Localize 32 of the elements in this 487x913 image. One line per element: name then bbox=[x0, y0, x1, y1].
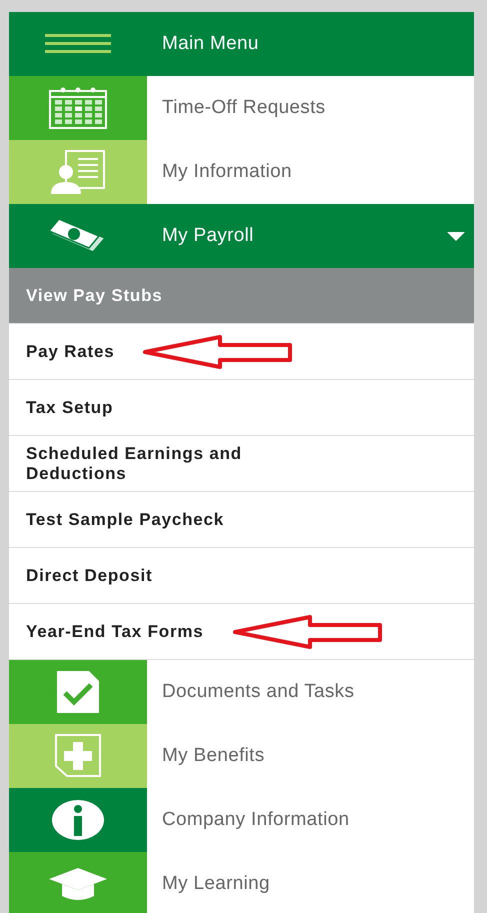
document-plus-icon bbox=[55, 734, 101, 778]
menu-item[interactable]: Time-Off Requests bbox=[9, 76, 474, 140]
submenu-label: Tax Setup bbox=[26, 398, 114, 418]
menu-item-label: Documents and Tasks bbox=[161, 681, 356, 703]
menu-item[interactable]: Documents and Tasks bbox=[9, 660, 474, 724]
menu-item-label: My Payroll bbox=[161, 225, 255, 247]
money-stack-icon bbox=[49, 218, 107, 254]
menu-item-label: My Information bbox=[161, 161, 293, 183]
submenu-label: Direct Deposit bbox=[26, 566, 152, 586]
menu-item-label: My Benefits bbox=[161, 745, 266, 767]
menu-item-label: Time-Off Requests bbox=[161, 97, 326, 119]
graduation-cap-icon bbox=[49, 868, 107, 900]
calendar-icon bbox=[49, 87, 107, 129]
info-icon bbox=[52, 800, 104, 840]
submenu-item[interactable]: View Pay Stubs bbox=[9, 268, 474, 324]
menu-item[interactable]: My Information bbox=[9, 140, 474, 204]
submenu-label: Scheduled Earnings and Deductions bbox=[26, 444, 243, 484]
menu-item[interactable]: Main Menu bbox=[9, 12, 474, 76]
menu-item[interactable]: My Benefits bbox=[9, 724, 474, 788]
menu-icon bbox=[45, 34, 111, 54]
submenu-label: Test Sample Paycheck bbox=[26, 510, 224, 530]
submenu-label: View Pay Stubs bbox=[26, 286, 163, 306]
menu-item-label: Main Menu bbox=[161, 33, 260, 55]
submenu-label: Pay Rates bbox=[26, 342, 114, 362]
menu-item[interactable]: My Learning bbox=[9, 852, 474, 913]
menu-item-label: Company Information bbox=[161, 809, 350, 831]
menu-item[interactable]: Company Information bbox=[9, 788, 474, 852]
menu-item[interactable]: My Payroll bbox=[9, 204, 474, 268]
submenu-label: Year-End Tax Forms bbox=[26, 622, 204, 642]
document-check-icon bbox=[57, 671, 99, 713]
menu-item-label: My Learning bbox=[161, 873, 271, 895]
person-document-icon bbox=[50, 150, 106, 194]
